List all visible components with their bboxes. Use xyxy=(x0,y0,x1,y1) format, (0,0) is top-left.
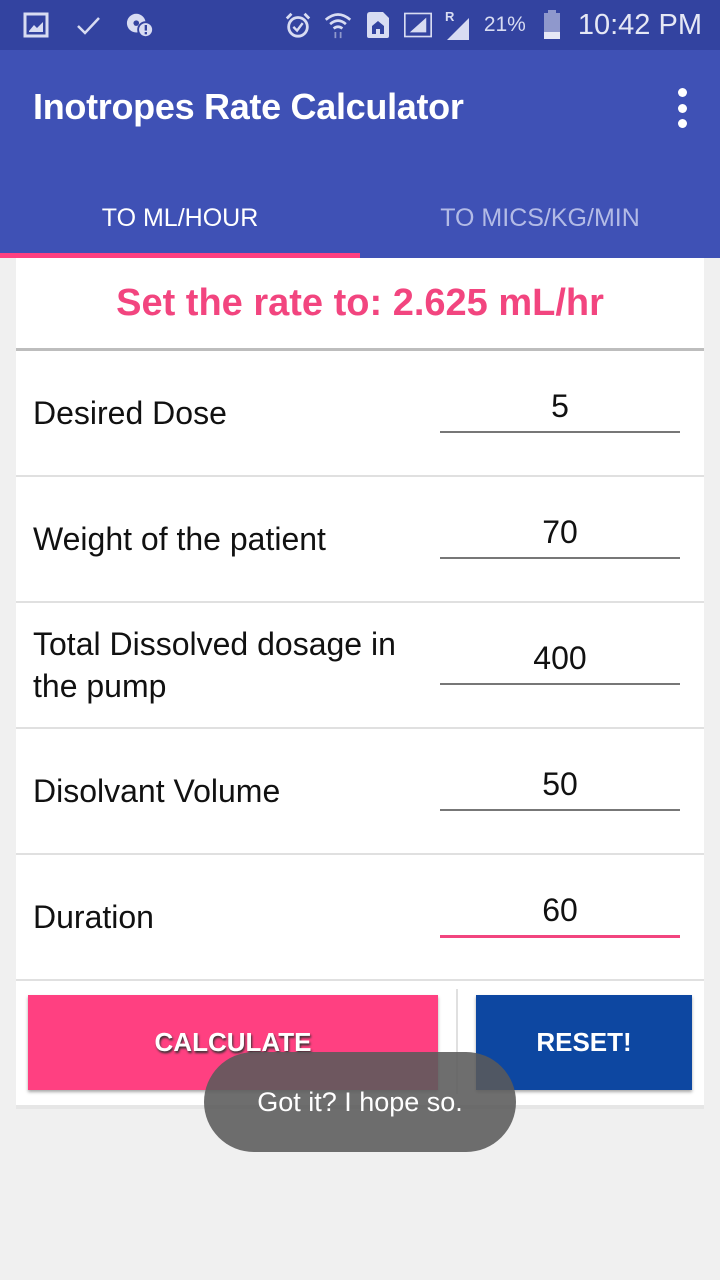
total-dissolved-dosage-input[interactable] xyxy=(440,633,680,685)
app-title: Inotropes Rate Calculator xyxy=(33,86,464,127)
alarm-icon xyxy=(284,11,312,39)
desired-dose-input[interactable] xyxy=(440,381,680,433)
tab-to-mics-kg-min[interactable]: TO MICS/KG/MIN xyxy=(360,178,720,258)
field-row-total-dissolved-dosage: Total Dissolved dosage in the pump xyxy=(16,603,704,729)
tab-to-ml-hour[interactable]: TO ML/HOUR xyxy=(0,178,360,258)
check-icon xyxy=(74,11,102,39)
data-saver-alert-icon xyxy=(126,11,154,39)
toast-message: Got it? I hope so. xyxy=(204,1052,516,1152)
roaming-signal-icon: R xyxy=(444,9,472,40)
tab-bar: TO ML/HOUR TO MICS/KG/MIN xyxy=(0,178,720,258)
field-row-weight: Weight of the patient xyxy=(16,477,704,603)
more-vert-icon[interactable] xyxy=(672,88,692,128)
clock: 10:42 PM xyxy=(577,8,702,41)
wifi-icon xyxy=(324,11,352,39)
battery-icon xyxy=(538,10,566,39)
disolvant-volume-input[interactable] xyxy=(440,759,680,811)
field-label: Total Dissolved dosage in the pump xyxy=(33,626,396,704)
status-bar: R 21% 10:42 PM xyxy=(0,0,720,50)
field-row-duration: Duration xyxy=(16,855,704,981)
app-bar: Inotropes Rate Calculator TO ML/HOUR TO … xyxy=(0,50,720,258)
home-sim-icon xyxy=(364,11,392,39)
tab-label: TO ML/HOUR xyxy=(101,203,259,232)
field-label: Duration xyxy=(33,899,154,935)
weight-input[interactable] xyxy=(440,507,680,559)
field-row-desired-dose: Desired Dose xyxy=(16,351,704,477)
field-label: Weight of the patient xyxy=(33,521,326,557)
tab-label: TO MICS/KG/MIN xyxy=(440,203,640,232)
result-text: Set the rate to: 2.625 mL/hr xyxy=(16,258,704,351)
battery-percent: 21% xyxy=(483,13,526,36)
field-label: Desired Dose xyxy=(33,395,227,431)
svg-text:R: R xyxy=(445,9,455,24)
duration-input[interactable] xyxy=(440,885,680,938)
signal-icon xyxy=(403,11,432,39)
gallery-icon xyxy=(22,11,50,39)
field-row-disolvant-volume: Disolvant Volume xyxy=(16,729,704,855)
calculator-card: Set the rate to: 2.625 mL/hr Desired Dos… xyxy=(16,258,704,1109)
field-label: Disolvant Volume xyxy=(33,773,281,809)
